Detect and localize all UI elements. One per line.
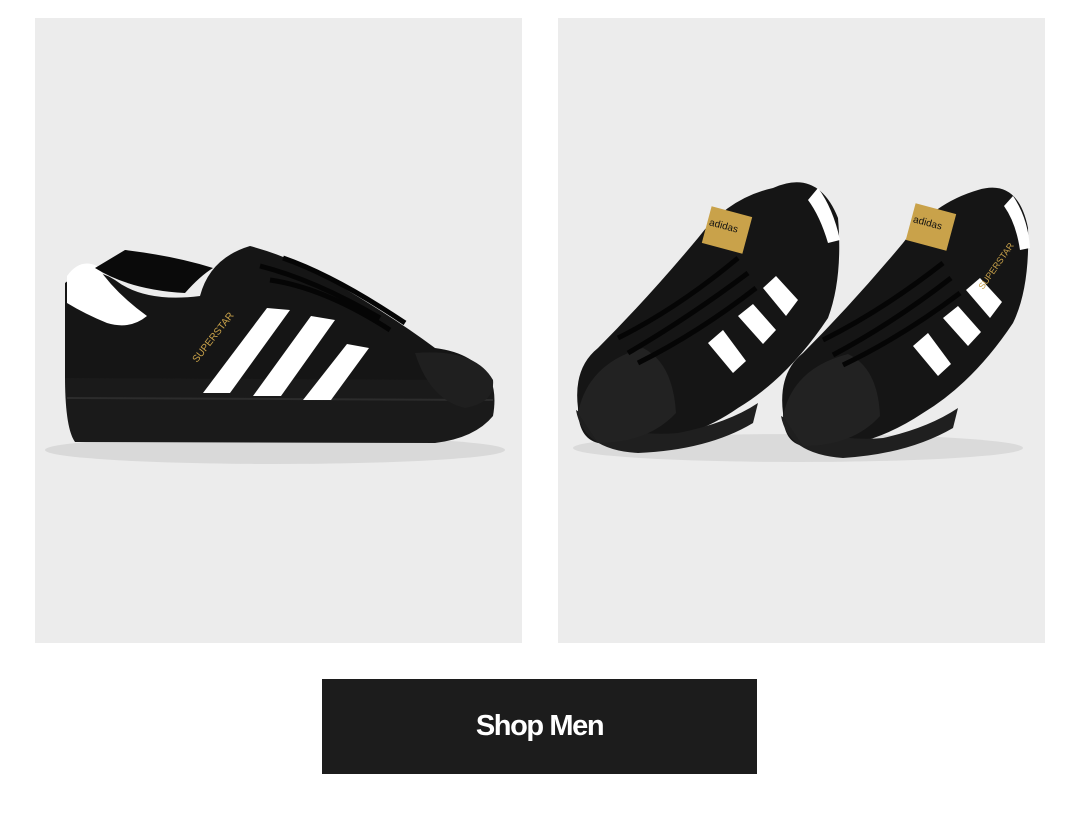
product-image-side-view[interactable]: SUPERSTAR [35,18,522,643]
sneaker-pair-illustration: adidas adidas SUPERSTAR [573,182,1030,462]
product-image-pair-view[interactable]: adidas adidas SUPERSTAR [558,18,1045,643]
shop-men-button[interactable]: Shop Men [322,679,757,774]
sneaker-side-illustration: SUPERSTAR [45,246,505,464]
